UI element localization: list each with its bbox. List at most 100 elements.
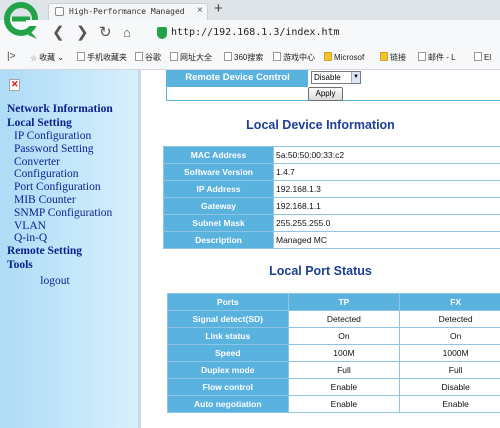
address-bar: ❮ ❯ ↻ ⌂ http://192.168.1.3/index.htm bbox=[0, 20, 500, 46]
sidebar-item-mib-counter[interactable]: MIB Counter bbox=[7, 194, 138, 207]
table-row: Duplex mode Full Full bbox=[167, 361, 500, 379]
sidebar-item-configuration[interactable]: Configuration bbox=[7, 168, 138, 181]
home-icon[interactable]: ⌂ bbox=[123, 23, 131, 43]
reload-icon[interactable]: ↻ bbox=[99, 23, 112, 43]
column-header: FX bbox=[399, 293, 500, 311]
bookmark-item[interactable]: ☆ 收藏 ⌄ bbox=[30, 52, 64, 64]
bookmark-item[interactable]: 邮件 - L bbox=[418, 52, 456, 64]
table-row: Auto negotiation Enable Enable bbox=[167, 395, 500, 413]
table-row: Gateway 192.168.1.1 bbox=[163, 197, 500, 215]
sidebar-toggle-icon[interactable]: |> bbox=[7, 51, 15, 63]
table-row: IP Address 192.168.1.3 bbox=[163, 180, 500, 198]
column-header: Ports bbox=[167, 293, 289, 311]
table-row: Flow control Enable Disable bbox=[167, 378, 500, 396]
row-value: 255.255.255.0 bbox=[273, 214, 500, 232]
sidebar-item-password-setting[interactable]: Password Setting bbox=[7, 143, 138, 156]
url-text: http://192.168.1.3/index.htm bbox=[171, 27, 340, 38]
broken-image-icon: ✕ bbox=[9, 79, 20, 91]
bookmark-item[interactable]: 游戏中心 bbox=[273, 52, 315, 64]
tp-value: Enable bbox=[287, 395, 401, 413]
fx-value: Enable bbox=[399, 395, 500, 413]
row-key: Auto negotiation bbox=[167, 395, 289, 413]
sidebar-item-network-information[interactable]: Network Information bbox=[7, 103, 138, 117]
bookmark-item[interactable]: El bbox=[474, 52, 491, 64]
row-key: Software Version bbox=[163, 163, 274, 181]
tab-title: High-Performance Managed Medi bbox=[69, 7, 189, 16]
fx-value: 1000M bbox=[399, 344, 500, 362]
page-icon bbox=[273, 52, 281, 61]
table-row: Description Managed MC bbox=[163, 231, 500, 249]
folder-icon bbox=[380, 52, 388, 61]
row-key: Subnet Mask bbox=[163, 214, 274, 232]
table-row: Link status On On bbox=[167, 327, 500, 345]
logout-link[interactable]: logout bbox=[7, 275, 103, 288]
port-status-table: Ports TP FX Signal detect(SD) Detected Det… bbox=[167, 293, 500, 413]
tp-value: Full bbox=[287, 361, 401, 379]
browser-tab[interactable]: High-Performance Managed Medi × bbox=[48, 3, 208, 20]
fx-value: On bbox=[399, 327, 500, 345]
port-status-title: Local Port Status bbox=[269, 264, 372, 278]
bookmark-item[interactable]: 手机收藏夹 bbox=[77, 52, 127, 64]
table-row: Software Version 1.4.7 bbox=[163, 163, 500, 181]
bookmark-item[interactable]: 360搜索 bbox=[224, 52, 263, 64]
bookmark-folder[interactable]: Microsof bbox=[324, 52, 364, 64]
fx-value: Full bbox=[399, 361, 500, 379]
bookmark-item[interactable]: 网址大全 bbox=[170, 52, 212, 64]
row-key: Flow control bbox=[167, 378, 289, 396]
page-icon bbox=[418, 52, 426, 61]
sidebar-item-tools[interactable]: Tools bbox=[7, 259, 138, 273]
row-key: Speed bbox=[167, 344, 289, 362]
tp-value: On bbox=[287, 327, 401, 345]
row-key: Duplex mode bbox=[167, 361, 289, 379]
remote-control-select[interactable]: Disable ▼ bbox=[311, 71, 361, 84]
page-icon bbox=[474, 52, 482, 61]
row-value: 192.168.1.1 bbox=[273, 197, 500, 215]
tp-value: 100M bbox=[287, 344, 401, 362]
sidebar-item-ip-configuration[interactable]: IP Configuration bbox=[7, 130, 138, 143]
back-arrow-icon[interactable]: ❮ bbox=[52, 23, 65, 43]
shield-icon bbox=[157, 27, 167, 39]
close-tab-icon[interactable]: × bbox=[197, 5, 203, 17]
sidebar-item-remote-setting[interactable]: Remote Setting bbox=[7, 245, 138, 259]
sidebar-item-converter[interactable]: Converter bbox=[7, 156, 138, 169]
chevron-down-icon: ▼ bbox=[351, 72, 360, 83]
device-info-title: Local Device Information bbox=[246, 118, 395, 132]
row-value: Managed MC bbox=[273, 231, 500, 249]
fx-value: Disable bbox=[399, 378, 500, 396]
remote-control-panel: Remote Device Control Disable ▼ Apply bbox=[166, 70, 500, 101]
bookmarks-bar: |> ☆ 收藏 ⌄ 手机收藏夹 谷歌 网址大全 360搜索 游戏中心 Micros… bbox=[0, 46, 500, 70]
apply-button[interactable]: Apply bbox=[308, 87, 343, 101]
bookmark-item[interactable]: 谷歌 bbox=[135, 52, 161, 64]
browser-logo-icon bbox=[4, 2, 38, 39]
new-tab-button[interactable]: + bbox=[214, 1, 223, 17]
row-key: MAC Address bbox=[163, 146, 274, 164]
device-info-table: MAC Address 5a:50:50:00:33:c2 Software Ve… bbox=[163, 146, 500, 249]
column-header: TP bbox=[287, 293, 401, 311]
table-row: Subnet Mask 255.255.255.0 bbox=[163, 214, 500, 232]
main-content: Remote Device Control Disable ▼ Apply Lo… bbox=[141, 70, 500, 428]
row-key: Link status bbox=[167, 327, 289, 345]
row-value: 1.4.7 bbox=[273, 163, 500, 181]
sidebar-item-vlan[interactable]: VLAN bbox=[7, 220, 138, 233]
table-row: MAC Address 5a:50:50:00:33:c2 bbox=[163, 146, 500, 164]
folder-icon bbox=[324, 52, 332, 61]
table-row: Signal detect(SD) Detected Detected bbox=[167, 310, 500, 328]
bookmark-folder[interactable]: 链接 bbox=[380, 52, 406, 64]
row-value: 192.168.1.3 bbox=[273, 180, 500, 198]
table-row: Speed 100M 1000M bbox=[167, 344, 500, 362]
row-key: Signal detect(SD) bbox=[167, 310, 289, 328]
sidebar-item-local-setting[interactable]: Local Setting bbox=[7, 117, 138, 131]
tp-value: Enable bbox=[287, 378, 401, 396]
row-key: IP Address bbox=[163, 180, 274, 198]
forward-arrow-icon[interactable]: ❯ bbox=[76, 23, 89, 43]
sidebar-item-q-in-q[interactable]: Q-in-Q bbox=[7, 232, 138, 245]
row-value: 5a:50:50:00:33:c2 bbox=[273, 146, 500, 164]
sidebar-item-snmp-configuration[interactable]: SNMP Configuration bbox=[7, 207, 138, 220]
url-field[interactable]: http://192.168.1.3/index.htm bbox=[148, 25, 500, 42]
remote-control-label: Remote Device Control bbox=[167, 70, 308, 87]
page-icon bbox=[170, 52, 178, 61]
tp-value: Detected bbox=[287, 310, 401, 328]
page-icon bbox=[135, 52, 143, 61]
sidebar-item-port-configuration[interactable]: Port Configuration bbox=[7, 181, 138, 194]
sidebar: ✕ Network Information Local Setting IP C… bbox=[0, 70, 138, 428]
